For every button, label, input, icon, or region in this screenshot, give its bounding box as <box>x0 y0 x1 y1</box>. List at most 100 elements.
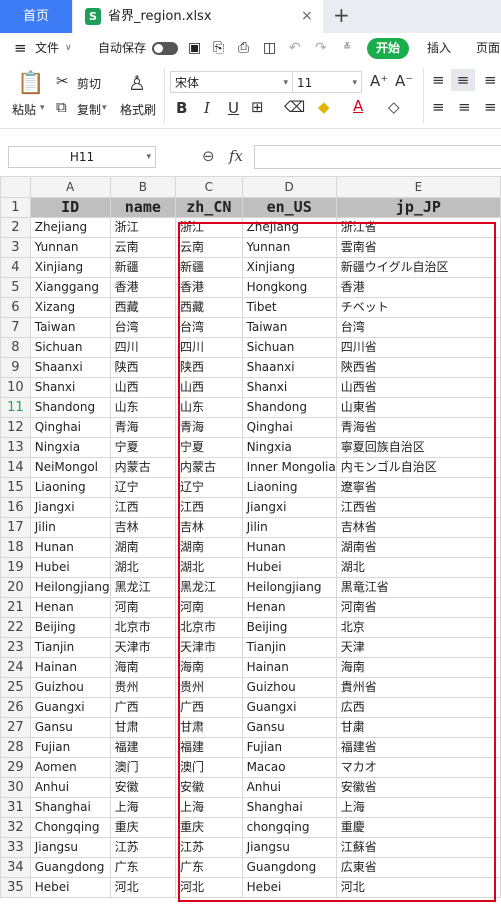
cell[interactable]: 雲南省 <box>335 237 501 258</box>
cell[interactable]: 青海 <box>175 417 243 438</box>
cell[interactable]: Yunnan <box>241 237 337 258</box>
formula-input[interactable] <box>254 145 501 169</box>
copy-button[interactable]: 复制 <box>77 101 101 118</box>
row-header[interactable]: 28 <box>0 737 31 758</box>
cell[interactable]: Sichuan <box>241 337 337 358</box>
cell[interactable]: 江蘇省 <box>335 837 501 858</box>
row-header[interactable]: 8 <box>0 337 31 358</box>
cell[interactable]: Beijing <box>29 617 111 638</box>
cell[interactable]: Hunan <box>29 537 111 558</box>
cell[interactable]: 山西 <box>109 377 177 398</box>
cell[interactable]: 山西省 <box>335 377 501 398</box>
add-tab-icon[interactable]: + <box>333 0 350 31</box>
header-cell[interactable]: name <box>109 197 177 218</box>
row-header[interactable]: 7 <box>0 317 31 338</box>
cell[interactable]: Xianggang <box>29 277 111 298</box>
cell[interactable]: 青海 <box>109 417 177 438</box>
cell[interactable]: 澳门 <box>109 757 177 778</box>
cell[interactable]: 北京 <box>335 617 501 638</box>
cell[interactable]: Henan <box>29 597 111 618</box>
cell[interactable]: 湖南 <box>175 537 243 558</box>
row-header[interactable]: 20 <box>0 577 31 598</box>
align-bottom-icon[interactable]: ≡ <box>484 71 497 89</box>
cell[interactable]: 贵州 <box>109 677 177 698</box>
row-header[interactable]: 9 <box>0 357 31 378</box>
cell[interactable]: 甘粛 <box>335 717 501 738</box>
cell[interactable]: 海南 <box>109 657 177 678</box>
cell[interactable]: 福建 <box>109 737 177 758</box>
underline-button[interactable]: U <box>228 99 239 117</box>
cell[interactable]: 新疆ウイグル自治区 <box>335 257 501 278</box>
more-dropdown-icon[interactable]: ≚ <box>343 33 351 63</box>
row-header[interactable]: 17 <box>0 517 31 538</box>
cell[interactable]: Heilongjiang <box>29 577 111 598</box>
cell[interactable]: Hongkong <box>241 277 337 298</box>
cell[interactable]: 天津 <box>335 637 501 658</box>
cell[interactable]: 湖南 <box>109 537 177 558</box>
spreadsheet-grid[interactable]: ABCDE 1 ID name zh_CN en_US jp_JP 2 Zhejiang 浙江浙… <box>0 176 501 904</box>
cell[interactable]: 贵州 <box>175 677 243 698</box>
copy-icon[interactable]: ⧉ <box>56 98 67 116</box>
cell[interactable]: 内蒙古 <box>175 457 243 478</box>
cell[interactable]: 吉林 <box>175 517 243 538</box>
cell[interactable]: Inner Mongolia <box>241 457 337 478</box>
cell[interactable]: Beijing <box>241 617 337 638</box>
row-header[interactable]: 10 <box>0 377 31 398</box>
chevron-down-icon[interactable]: ▾ <box>40 103 45 113</box>
cell[interactable]: 天津市 <box>109 637 177 658</box>
cell[interactable]: Shanxi <box>29 377 111 398</box>
cell[interactable]: Tianjin <box>29 637 111 658</box>
cell[interactable]: 河南 <box>109 597 177 618</box>
cell[interactable]: 台湾 <box>335 317 501 338</box>
cell[interactable]: 海南 <box>175 657 243 678</box>
fx-icon[interactable]: fx <box>229 147 243 165</box>
cell[interactable]: 安徽省 <box>335 777 501 798</box>
cell[interactable]: Anhui <box>29 777 111 798</box>
cell[interactable]: 广东 <box>175 857 243 878</box>
cell[interactable]: Guangdong <box>241 857 337 878</box>
cell[interactable]: 湖南省 <box>335 537 501 558</box>
cell[interactable]: マカオ <box>335 757 501 778</box>
cell[interactable]: Fujian <box>29 737 111 758</box>
align-left-icon[interactable]: ≡ <box>432 98 445 116</box>
cell[interactable]: 甘肃 <box>175 717 243 738</box>
cell[interactable]: 江西 <box>175 497 243 518</box>
cell[interactable]: 天津市 <box>175 637 243 658</box>
row-header[interactable]: 25 <box>0 677 31 698</box>
cell[interactable]: 黑龙江 <box>109 577 177 598</box>
paste-icon[interactable]: 📋 <box>17 71 44 96</box>
cell[interactable]: 貴州省 <box>335 677 501 698</box>
font-size-select[interactable]: 11 ▾ <box>292 71 362 93</box>
row-header[interactable]: 16 <box>0 497 31 518</box>
cell[interactable]: 四川省 <box>335 337 501 358</box>
save-icon[interactable]: ▣ <box>188 33 201 63</box>
cell[interactable]: 辽宁 <box>175 477 243 498</box>
cell[interactable]: Ningxia <box>29 437 111 458</box>
cell[interactable]: Gansu <box>241 717 337 738</box>
cell[interactable]: Taiwan <box>241 317 337 338</box>
cell[interactable]: Hubei <box>241 557 337 578</box>
cell[interactable]: 湖北 <box>175 557 243 578</box>
cell[interactable]: Chongqing <box>29 817 111 838</box>
row-header[interactable]: 13 <box>0 437 31 458</box>
cell[interactable]: Guizhou <box>29 677 111 698</box>
cell[interactable]: 辽宁 <box>109 477 177 498</box>
cell[interactable]: 湖北 <box>335 557 501 578</box>
format-painter-icon[interactable]: ♙ <box>128 71 146 95</box>
cell[interactable]: 浙江省 <box>335 217 501 238</box>
cell[interactable]: 上海 <box>175 797 243 818</box>
menu-file[interactable]: 文件 <box>35 33 59 63</box>
cell[interactable]: 台湾 <box>175 317 243 338</box>
cell[interactable]: Anhui <box>241 777 337 798</box>
row-header[interactable]: 18 <box>0 537 31 558</box>
cell[interactable]: 台湾 <box>109 317 177 338</box>
cell[interactable]: Shanghai <box>29 797 111 818</box>
align-middle-icon[interactable]: ≡ <box>451 69 475 91</box>
row-header[interactable]: 23 <box>0 637 31 658</box>
cell[interactable]: 澳门 <box>175 757 243 778</box>
cell[interactable]: Heilongjiang <box>241 577 337 598</box>
cell[interactable]: Qinghai <box>29 417 111 438</box>
cell[interactable]: Ningxia <box>241 437 337 458</box>
menu-insert[interactable]: 插入 <box>427 33 451 63</box>
menu-start[interactable]: 开始 <box>367 38 409 59</box>
